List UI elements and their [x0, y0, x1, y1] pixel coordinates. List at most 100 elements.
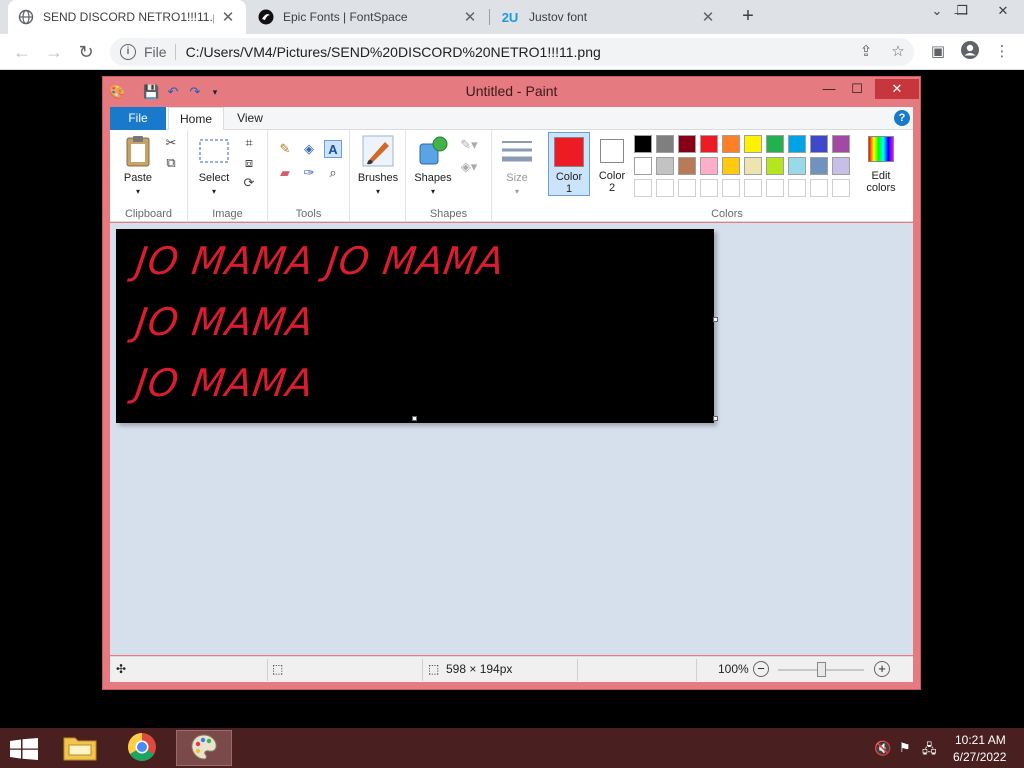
zoom-in-icon[interactable]: + — [874, 661, 890, 677]
resize-handle-corner[interactable] — [713, 416, 718, 421]
text-tool-icon[interactable]: A — [324, 140, 342, 158]
shapes-button[interactable]: Shapes ▾ — [410, 134, 456, 198]
new-tab-button[interactable]: + — [736, 5, 760, 29]
paint-minimize-icon[interactable]: — — [815, 79, 843, 99]
image-canvas[interactable]: JO MAMA JO MAMA JO MAMA JO MAMA — [116, 229, 714, 423]
color1-button[interactable]: Color 1 — [548, 132, 590, 196]
custom-color-slot[interactable] — [634, 179, 652, 197]
brushes-button[interactable]: Brushes ▾ — [354, 134, 402, 198]
windows-start-icon[interactable] — [10, 738, 38, 760]
custom-color-slot[interactable] — [744, 179, 762, 197]
zoom-slider-thumb[interactable] — [817, 662, 826, 677]
palette-swatch[interactable] — [744, 135, 762, 153]
tab-epic-fonts[interactable]: Epic Fonts | FontSpace ✕ — [248, 0, 488, 34]
tab-justov-font[interactable]: 2U Justov font ✕ — [490, 0, 726, 34]
palette-swatch[interactable] — [766, 135, 784, 153]
select-button[interactable]: Select ▾ — [192, 134, 236, 198]
palette-swatch[interactable] — [700, 157, 718, 175]
custom-color-slot[interactable] — [678, 179, 696, 197]
share-icon[interactable]: ⇪ — [854, 40, 878, 64]
clock-time[interactable]: 10:21 AM — [955, 733, 1006, 747]
custom-color-slot[interactable] — [832, 179, 850, 197]
file-tab[interactable]: File — [110, 107, 166, 130]
network-icon[interactable]: 🖧 — [922, 740, 937, 762]
resize-handle-bottom[interactable] — [412, 416, 417, 421]
custom-color-slot[interactable] — [656, 179, 674, 197]
paint-maximize-icon[interactable]: ☐ — [843, 79, 871, 99]
chevron-down-icon: ▾ — [430, 187, 435, 196]
palette-swatch[interactable] — [634, 135, 652, 153]
eraser-icon[interactable]: ▰ — [276, 164, 294, 182]
tab-send-discord-png[interactable]: SEND DISCORD NETRO1!!!11.png ✕ — [8, 0, 246, 34]
custom-color-slot[interactable] — [810, 179, 828, 197]
custom-color-slot[interactable] — [766, 179, 784, 197]
back-arrow-icon[interactable]: ← — [8, 38, 36, 66]
fill-bucket-icon[interactable]: ◈ — [300, 140, 318, 158]
address-bar[interactable]: i File C:/Users/VM4/Pictures/SEND%20DISC… — [110, 38, 914, 66]
volume-muted-icon[interactable]: 🔇 — [874, 740, 891, 757]
clock-date[interactable]: 6/27/2022 — [953, 750, 1006, 764]
custom-color-slot[interactable] — [722, 179, 740, 197]
flag-error-icon[interactable]: ⚑ — [899, 740, 911, 756]
palette-swatch[interactable] — [722, 157, 740, 175]
reload-icon[interactable]: ↻ — [72, 38, 100, 66]
resize-handle-right[interactable] — [713, 317, 718, 322]
palette-swatch[interactable] — [678, 157, 696, 175]
palette-swatch[interactable] — [788, 135, 806, 153]
palette-swatch[interactable] — [678, 135, 696, 153]
color-picker-icon[interactable]: ✑ — [300, 164, 318, 182]
fill-icon: ◈▾ — [460, 159, 478, 174]
chevron-down-icon: ▾ — [514, 187, 519, 196]
palette-swatch[interactable] — [744, 157, 762, 175]
home-tab[interactable]: Home — [168, 107, 224, 131]
palette-swatch[interactable] — [722, 135, 740, 153]
palette-swatch[interactable] — [656, 135, 674, 153]
palette-swatch[interactable] — [634, 157, 652, 175]
close-tab-icon[interactable]: ✕ — [700, 8, 716, 26]
status-divider — [422, 659, 423, 681]
palette-swatch[interactable] — [766, 157, 784, 175]
resize-icon[interactable]: ⧈ — [240, 154, 258, 172]
custom-color-slot[interactable] — [788, 179, 806, 197]
edit-colors-button[interactable]: Edit colors — [856, 132, 906, 196]
browser-close-icon[interactable]: ✕ — [986, 0, 1020, 24]
menu-kebab-icon[interactable]: ⋮ — [990, 40, 1014, 64]
canvas-area[interactable]: JO MAMA JO MAMA JO MAMA JO MAMA — [110, 223, 913, 655]
color2-button[interactable]: Color 2 — [592, 132, 632, 196]
palette-swatch[interactable] — [810, 135, 828, 153]
palette-swatch[interactable] — [656, 157, 674, 175]
file-explorer-taskbar-button[interactable] — [52, 730, 108, 766]
info-icon[interactable]: i — [120, 44, 136, 60]
restore-icon[interactable]: ❐ — [945, 0, 979, 24]
forward-arrow-icon[interactable]: → — [40, 38, 68, 66]
palette-swatch[interactable] — [832, 135, 850, 153]
cut-icon[interactable]: ✂ — [162, 134, 180, 152]
copy-icon[interactable]: ⧉ — [162, 154, 180, 172]
custom-color-slot[interactable] — [700, 179, 718, 197]
rotate-icon[interactable]: ⟳ — [240, 174, 258, 192]
zoom-out-icon[interactable]: − — [753, 661, 769, 677]
paste-button[interactable]: Paste ▾ — [116, 134, 160, 198]
palette-swatch[interactable] — [700, 135, 718, 153]
palette-swatch[interactable] — [832, 157, 850, 175]
magnifier-icon[interactable]: ⌕ — [324, 164, 342, 182]
color1-label-line2: 1 — [565, 183, 573, 195]
crop-icon[interactable]: ⌗ — [240, 134, 258, 152]
selection-size-icon: ⬚ — [272, 662, 284, 676]
view-tab[interactable]: View — [224, 107, 276, 130]
close-tab-icon[interactable]: ✕ — [462, 8, 478, 26]
address-divider — [174, 44, 176, 60]
cursor-position-icon: ✣ — [116, 662, 127, 676]
pencil-icon[interactable]: ✎ — [276, 140, 294, 158]
palette-swatch[interactable] — [810, 157, 828, 175]
side-panel-icon[interactable]: ▣ — [926, 40, 950, 64]
help-icon[interactable]: ? — [894, 110, 910, 126]
palette-swatch[interactable] — [788, 157, 806, 175]
profile-avatar-icon[interactable] — [958, 40, 982, 64]
chevron-down-icon: ▾ — [211, 187, 216, 196]
chrome-taskbar-button[interactable] — [114, 730, 170, 766]
close-tab-icon[interactable]: ✕ — [220, 8, 236, 26]
paint-close-icon[interactable]: ✕ — [875, 79, 919, 99]
bookmark-star-icon[interactable]: ☆ — [886, 40, 910, 64]
paint-taskbar-button[interactable] — [176, 730, 232, 766]
